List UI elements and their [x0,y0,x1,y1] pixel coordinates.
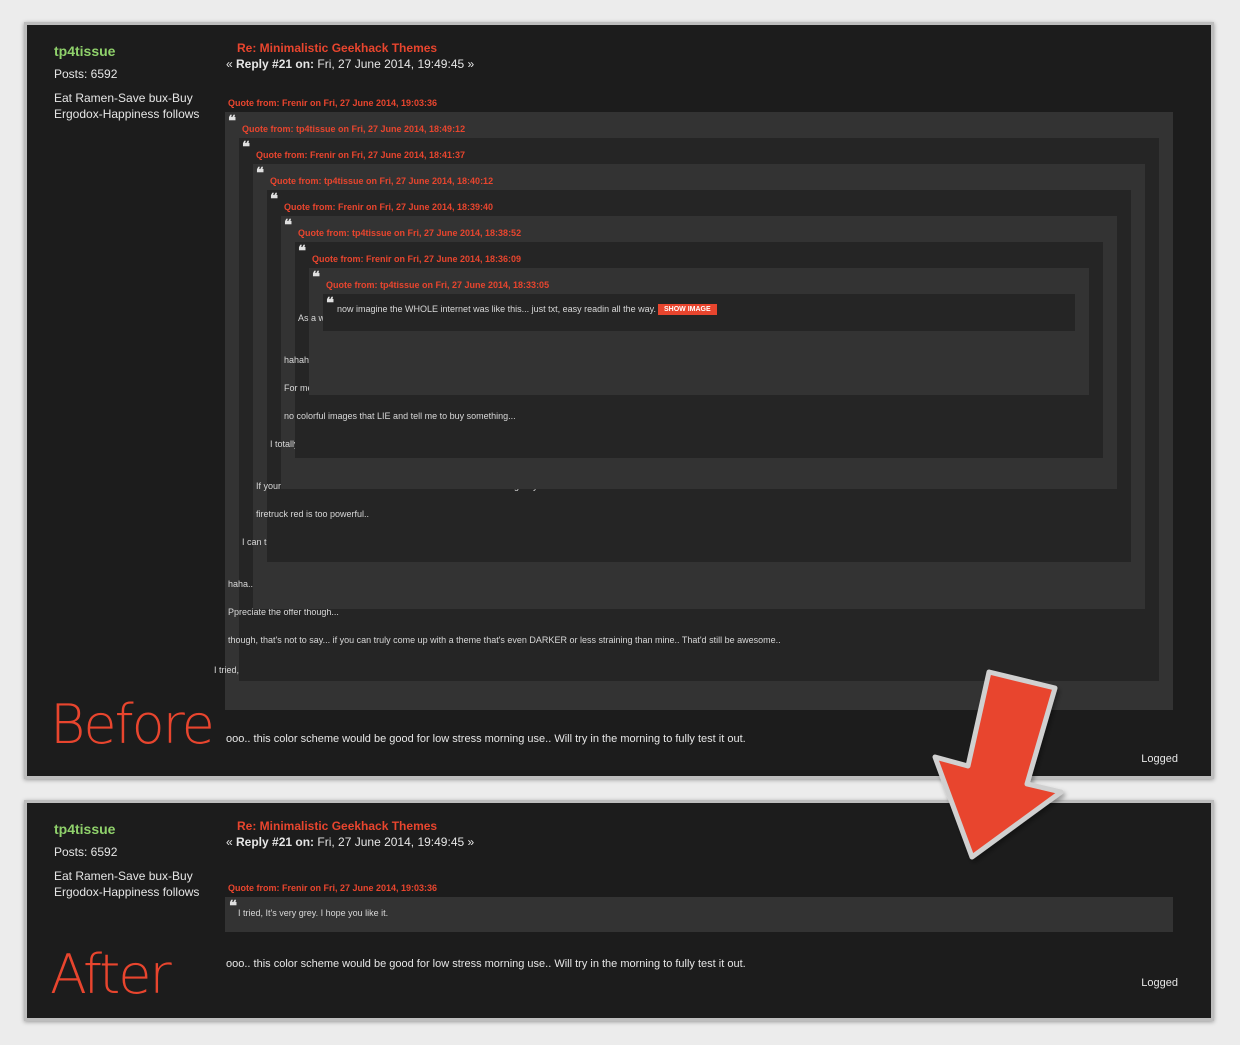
quote-header[interactable]: Quote from: tp4tissue on Fri, 27 June 20… [298,228,521,238]
logged-link[interactable]: Logged [1141,977,1178,989]
reply-date: Fri, 27 June 2014, 19:49:45 [317,57,464,71]
poster-signature-text: Eat Ramen-Save bux-Buy Ergodox-Happiness… [54,90,219,122]
poster-post-count: Posts: 6592 [54,845,219,859]
quote-reply-text: no colorful images that LIE and tell me … [284,411,516,421]
quote-header[interactable]: Quote from: tp4tissue on Fri, 27 June 20… [326,280,549,290]
quote-box: ❝ I tried, It's very grey. I hope you li… [225,897,1173,932]
post-body: ooo.. this color scheme would be good fo… [226,958,746,970]
quote-mark-icon: ❝ [326,297,334,309]
show-image-button[interactable]: SHOW IMAGE [658,304,717,315]
quote-text: now imagine the WHOLE internet was like … [337,304,717,315]
quote-mark-icon: ❝ [312,271,320,283]
before-label: Before [50,693,213,756]
poster-info: tp4tissue Posts: 6592 Eat Ramen-Save bux… [54,43,219,122]
poster-post-count: Posts: 6592 [54,67,219,81]
quote-header[interactable]: Quote from: Frenir on Fri, 27 June 2014,… [256,150,465,160]
post-subject[interactable]: Re: Minimalistic Geekhack Themes [237,41,437,55]
quote-mark-icon: ❝ [270,193,278,205]
reply-prefix: « [226,835,236,849]
after-label: After [50,943,170,1006]
poster-name[interactable]: tp4tissue [54,43,219,59]
quote-header[interactable]: Quote from: tp4tissue on Fri, 27 June 20… [270,176,493,186]
reply-info: « Reply #21 on: Fri, 27 June 2014, 19:49… [226,57,474,71]
poster-info: tp4tissue Posts: 6592 Eat Ramen-Save bux… [54,821,219,900]
quote-text-content: now imagine the WHOLE internet was like … [337,304,656,314]
reply-info: « Reply #21 on: Fri, 27 June 2014, 19:49… [226,835,474,849]
reply-number[interactable]: Reply #21 on: [236,57,314,71]
quote-text: I tried, It's very grey. I hope you like… [238,908,388,918]
reply-suffix: » [464,57,474,71]
logged-link[interactable]: Logged [1141,753,1178,765]
quote-reply-text: firetruck red is too powerful.. [256,509,369,519]
quote-header[interactable]: Quote from: Frenir on Fri, 27 June 2014,… [228,883,437,893]
quote-header[interactable]: Quote from: Frenir on Fri, 27 June 2014,… [228,98,437,108]
poster-signature-text: Eat Ramen-Save bux-Buy Ergodox-Happiness… [54,868,219,900]
quote-mark-icon: ❝ [242,141,250,153]
reply-prefix: « [226,57,236,71]
quote-mark-icon: ❝ [284,219,292,231]
post-body: ooo.. this color scheme would be good fo… [226,733,746,745]
quote-mark-icon: ❝ [298,245,306,257]
down-left-arrow-icon [925,660,1075,865]
poster-name[interactable]: tp4tissue [54,821,219,837]
quote-mark-icon: ❝ [228,115,236,127]
post-subject[interactable]: Re: Minimalistic Geekhack Themes [237,819,437,833]
quote-header[interactable]: Quote from: Frenir on Fri, 27 June 2014,… [312,254,521,264]
reply-date: Fri, 27 June 2014, 19:49:45 [317,835,464,849]
reply-suffix: » [464,835,474,849]
quote-header[interactable]: Quote from: Frenir on Fri, 27 June 2014,… [284,202,493,212]
quote-reply-text: though, that's not to say... if you can … [228,635,781,645]
quote-header[interactable]: Quote from: tp4tissue on Fri, 27 June 20… [242,124,465,134]
quote-mark-icon: ❝ [229,900,237,912]
quote-mark-icon: ❝ [256,167,264,179]
reply-number[interactable]: Reply #21 on: [236,835,314,849]
